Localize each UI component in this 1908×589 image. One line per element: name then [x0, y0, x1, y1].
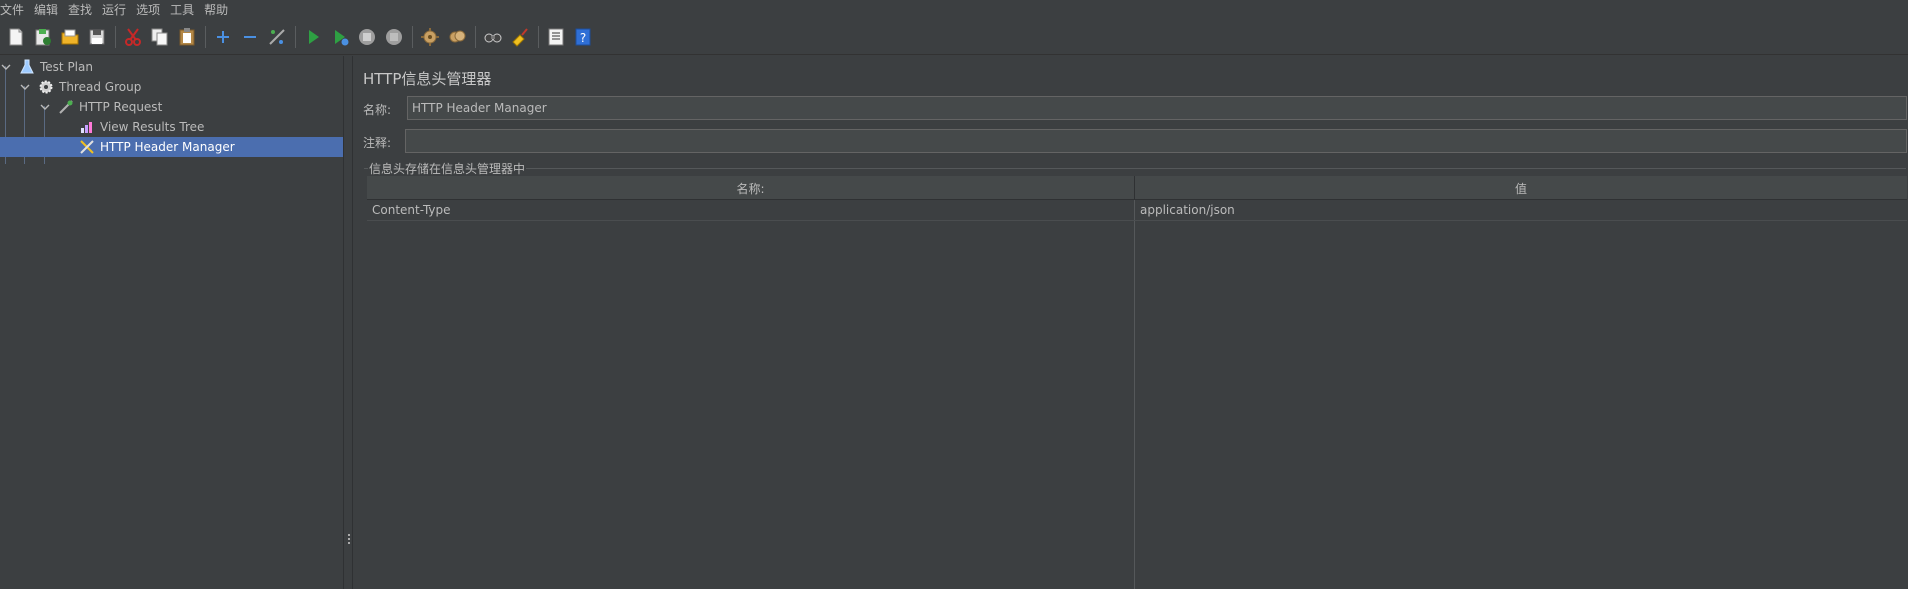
toolbar: ?	[0, 19, 1908, 55]
menu-tools[interactable]: 工具	[170, 1, 199, 18]
reset-search-button[interactable]	[508, 24, 532, 50]
group-title: 信息头存储在信息头管理器中	[369, 162, 526, 176]
http-request-icon	[57, 98, 75, 116]
start-no-pauses-button[interactable]	[328, 24, 352, 50]
menu-run[interactable]: 运行	[102, 1, 131, 18]
collapse-button[interactable]	[238, 24, 262, 50]
open-button[interactable]	[58, 24, 82, 50]
copy-button[interactable]	[148, 24, 172, 50]
copy-icon	[151, 28, 168, 45]
toolbar-separator	[475, 25, 476, 48]
svg-text:?: ?	[580, 31, 586, 45]
expand-button[interactable]	[211, 24, 235, 50]
paste-icon	[179, 27, 195, 45]
clear-all-icon	[449, 30, 466, 42]
page-title: HTTP信息头管理器	[363, 70, 492, 88]
toolbar-separator	[412, 25, 413, 48]
toolbar-separator	[538, 25, 539, 48]
help-icon: ?	[575, 28, 591, 45]
column-divider	[1134, 200, 1135, 589]
tree-item-view-results-tree[interactable]: View Results Tree	[78, 117, 204, 137]
header-manager-icon	[78, 138, 96, 156]
reset-search-icon	[512, 27, 528, 47]
save-button[interactable]	[85, 24, 109, 50]
menu-options[interactable]: 选项	[136, 1, 165, 18]
tree-item-http-header-manager[interactable]: HTTP Header Manager	[0, 137, 343, 157]
column-header-value[interactable]: 值	[1135, 176, 1907, 200]
chevron-down-icon[interactable]	[0, 61, 12, 73]
shutdown-button[interactable]	[382, 24, 406, 50]
name-label: 名称:	[363, 103, 392, 117]
chevron-down-icon[interactable]	[19, 81, 31, 93]
clear-icon	[421, 27, 439, 46]
clear-all-button[interactable]	[445, 24, 469, 50]
shutdown-icon	[386, 28, 402, 45]
menu-search[interactable]: 查找	[68, 1, 97, 18]
tree-item-test-plan[interactable]: Test Plan	[0, 57, 93, 77]
test-plan-tree: Test Plan Thread Group HTTP Request View…	[0, 56, 343, 589]
expand-icon	[217, 30, 229, 43]
menu-help[interactable]: 帮助	[204, 1, 233, 18]
comment-label: 注释:	[363, 136, 392, 150]
panel-splitter[interactable]	[343, 56, 353, 589]
header-name-cell[interactable]: Content-Type	[372, 200, 1132, 220]
start-no-pauses-icon	[335, 29, 349, 45]
toolbar-separator	[295, 25, 296, 48]
menu-edit[interactable]: 编辑	[34, 1, 63, 18]
tree-item-label: HTTP Request	[79, 100, 163, 114]
toolbar-separator	[205, 25, 206, 48]
splitter-grip	[348, 542, 350, 544]
toggle-icon	[269, 28, 285, 45]
start-icon	[309, 29, 319, 44]
tree-item-label: Test Plan	[40, 60, 93, 74]
function-helper-icon	[548, 28, 564, 45]
tree-item-label: HTTP Header Manager	[100, 140, 235, 154]
header-manager-panel: HTTP信息头管理器 名称: HTTP Header Manager 注释: 信…	[354, 56, 1908, 589]
table-row[interactable]: Content-Type application/json	[367, 200, 1907, 221]
chevron-down-icon[interactable]	[39, 101, 51, 113]
clear-button[interactable]	[418, 24, 442, 50]
column-header-name[interactable]: 名称:	[367, 176, 1134, 200]
search-icon	[484, 33, 502, 42]
help-button[interactable]: ?	[571, 24, 595, 50]
stop-icon	[359, 28, 375, 45]
menu-file[interactable]: 文件	[0, 1, 29, 18]
group-border	[364, 168, 368, 169]
splitter-grip	[348, 534, 350, 536]
group-border	[526, 168, 1906, 169]
templates-icon	[35, 28, 51, 45]
cut-icon	[125, 27, 141, 46]
cut-button[interactable]	[121, 24, 145, 50]
collapse-icon	[244, 35, 256, 38]
open-icon	[61, 29, 79, 44]
save-icon	[89, 29, 105, 44]
headers-table: 名称: 值 Content-Type application/json	[367, 176, 1907, 589]
tree-item-http-request[interactable]: HTTP Request	[39, 97, 162, 117]
function-helper-button[interactable]	[544, 24, 568, 50]
thread-group-icon	[37, 78, 55, 96]
splitter-grip	[348, 538, 350, 540]
tree-item-label: View Results Tree	[100, 120, 205, 134]
search-button[interactable]	[481, 24, 505, 50]
paste-button[interactable]	[175, 24, 199, 50]
new-file-icon	[9, 28, 23, 45]
tree-item-thread-group[interactable]: Thread Group	[19, 77, 141, 97]
stop-button[interactable]	[355, 24, 379, 50]
table-header: 名称: 值	[367, 176, 1907, 200]
menu-bar: 文件 编辑 查找 运行 选项 工具 帮助	[0, 0, 1908, 18]
comment-field[interactable]	[405, 129, 1907, 153]
toggle-button[interactable]	[265, 24, 289, 50]
new-button[interactable]	[4, 24, 28, 50]
test-plan-icon	[18, 58, 36, 76]
view-results-tree-icon	[78, 118, 96, 136]
toolbar-separator	[115, 25, 116, 48]
name-field[interactable]: HTTP Header Manager	[407, 96, 1907, 120]
start-button[interactable]	[301, 24, 325, 50]
header-value-cell[interactable]: application/json	[1140, 200, 1900, 220]
templates-button[interactable]	[31, 24, 55, 50]
tree-item-label: Thread Group	[59, 80, 142, 94]
